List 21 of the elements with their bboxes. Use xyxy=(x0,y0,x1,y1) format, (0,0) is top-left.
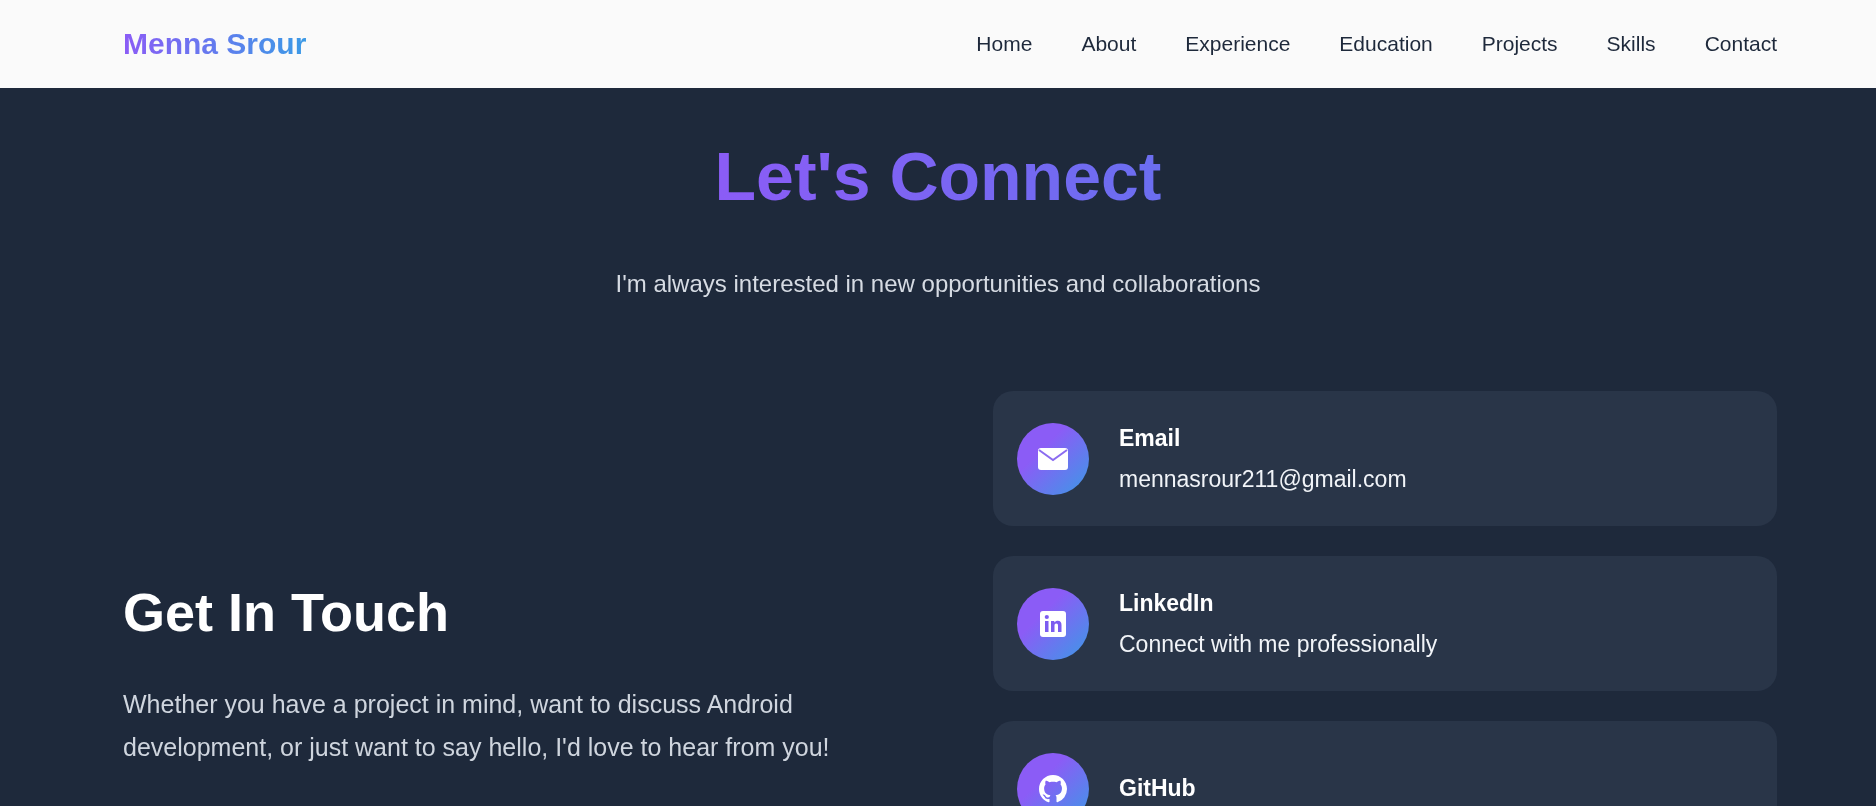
nav-link[interactable]: Contact xyxy=(1704,32,1777,56)
intro-heading: Get In Touch xyxy=(123,581,450,644)
nav-link[interactable]: Experience xyxy=(1185,32,1291,56)
contact-title: GitHub xyxy=(1119,775,1196,802)
intro-paragraph: Whether you have a project in mind, want to discuss Android development, or just want to say hello, I'd love to hear from you! xyxy=(123,689,831,764)
nav-link[interactable]: About xyxy=(1081,32,1137,56)
contact-title: LinkedIn xyxy=(1119,589,1215,617)
nav-link[interactable]: Projects xyxy=(1481,32,1558,56)
contact-detail: mennasrour211@gmail.com xyxy=(1119,465,1407,493)
contact-card[interactable]: Email mennasrour211@gmail.com xyxy=(993,391,1777,526)
contact-detail: Connect with me professionally xyxy=(1119,630,1438,658)
nav-link[interactable]: Home xyxy=(976,32,1033,56)
envelope-icon xyxy=(1038,447,1068,470)
linkedin-icon xyxy=(1040,610,1066,637)
github-icon xyxy=(1039,774,1067,803)
nav-link[interactable]: Education xyxy=(1339,32,1433,56)
contact-card[interactable]: GitHub xyxy=(993,721,1777,806)
contact-card[interactable]: LinkedIn Connect with me professionally xyxy=(993,556,1777,691)
contact-title: Email xyxy=(1119,424,1182,452)
nav-link[interactable]: Skills xyxy=(1606,32,1656,56)
section-subtitle: I'm always interested in new opportunities and collaborations xyxy=(614,270,1262,298)
